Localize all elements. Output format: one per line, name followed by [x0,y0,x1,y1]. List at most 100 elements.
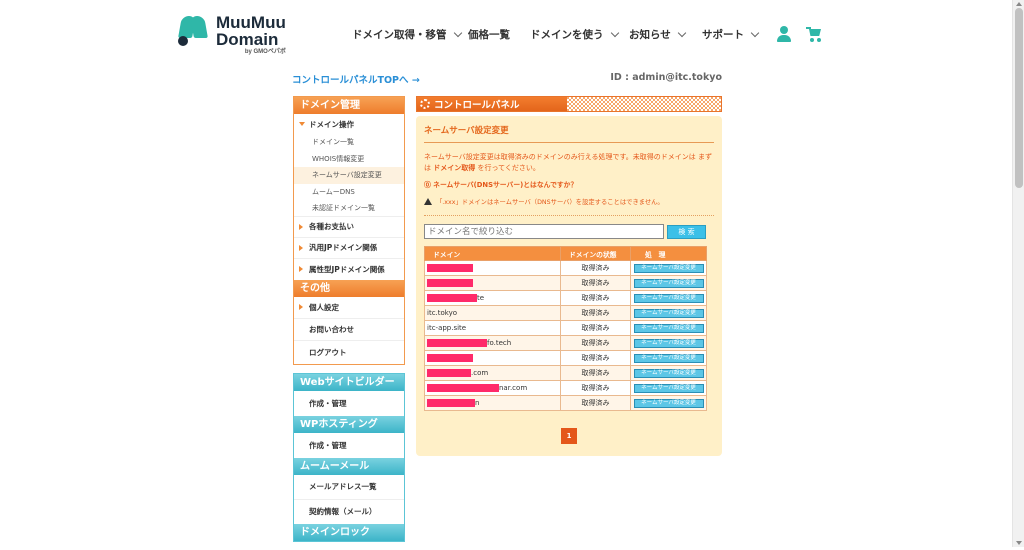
domain-cell: fo.tech [424,335,561,351]
triangle-right-icon [299,223,303,230]
brand-line2: Domain [216,30,279,49]
nameserver-change-button[interactable]: ネームサーバ設定変更 [633,294,704,303]
sidebar-item-general-jp[interactable]: 汎用JPドメイン関係 [294,238,404,259]
nameserver-change-button[interactable]: ネームサーバ設定変更 [633,309,704,318]
control-panel-top-link[interactable]: コントロールパネルTOPへ → [292,72,420,86]
sidebar-item-mail-list[interactable]: メールアドレス一覧 [294,475,404,500]
sidebar-item-logout[interactable]: ログアウト [294,341,404,364]
domain-name: n [475,399,480,407]
sidebar-item-mail-contract[interactable]: 契約情報（メール） [294,500,404,524]
sidebar-item-domain-op[interactable]: ドメイン操作 [294,114,404,134]
action-cell: ネームサーバ設定変更 [630,275,707,291]
status-cell: 取得済み [560,335,631,351]
domain-cell [424,275,561,291]
sidebar-sub-domain-list[interactable]: ドメイン一覧 [294,134,404,151]
nameserver-change-button[interactable]: ネームサーバ設定変更 [633,354,704,363]
user-icon[interactable] [776,26,792,42]
nameserver-change-button[interactable]: ネームサーバ設定変更 [633,264,704,273]
domain-filter-input[interactable] [424,224,664,239]
sidebar-item-payment[interactable]: 各種お支払い [294,217,404,238]
scroll-down-icon[interactable] [1016,541,1022,545]
status-cell: 取得済み [560,320,631,336]
nameserver-change-button[interactable]: ネームサーバ設定変更 [633,279,704,288]
pagination: 1 [424,423,714,444]
nav-use-domain[interactable]: ドメインを使う [530,27,629,42]
sidebar-item-wp-manage[interactable]: 作成・管理 [294,433,404,458]
triangle-right-icon [299,304,303,310]
triangle-down-icon [299,122,305,126]
action-cell: ネームサーバ設定変更 [630,290,707,306]
nameserver-help-link[interactable]: ⓪ ネームサーバ(DNSサーバー)とはなんですか？ [424,179,714,189]
nameserver-panel: ネームサーバ設定変更 ネームサーバ設定変更は取得済みのドメインのみ行える処理です… [416,116,722,456]
brand-logo[interactable]: MuuMuu Domain by GMOペパボ [178,14,286,56]
nav-domain-acquire[interactable]: ドメイン取得・移管 [352,27,468,42]
table-row: 取得済み ネームサーバ設定変更 [424,275,707,291]
sidebar-sub-unverified[interactable]: 未認証ドメイン一覧 [294,200,404,217]
user-id-label: ID : admin@itc.tokyo [610,72,722,83]
sidebar-sub-whois[interactable]: WHOIS情報変更 [294,151,404,168]
action-cell: ネームサーバ設定変更 [630,365,707,381]
nav-news[interactable]: お知らせ [629,27,702,42]
redacted-domain [427,279,473,287]
status-cell: 取得済み [560,275,631,291]
table-row: .com 取得済み ネームサーバ設定変更 [424,365,707,381]
sidebar-sub-muumuu-dns[interactable]: ムームーDNS [294,184,404,201]
redacted-domain [427,339,487,347]
gear-icon [420,99,430,109]
action-cell: ネームサーバ設定変更 [630,260,707,276]
domain-name: .com [471,369,489,377]
domain-cell: n [424,395,561,411]
cart-icon[interactable] [806,27,822,43]
main-content: コントロールパネル ネームサーバ設定変更 ネームサーバ設定変更は取得済みのドメイ… [416,96,722,456]
sidebar-header-mail: ムームーメール [294,457,404,475]
redacted-domain [427,384,499,392]
sidebar-sub-nameserver[interactable]: ネームサーバ設定変更 [294,167,404,184]
description: ネームサーバ設定変更は取得済みのドメインのみ行える処理です。未取得のドメインは … [424,153,713,172]
search-button[interactable]: 検 索 [667,224,706,239]
status-cell: 取得済み [560,305,631,321]
domain-acquire-link[interactable]: ドメイン取得 [433,164,475,172]
triangle-right-icon [299,244,303,251]
col-action: 処 理 [630,246,707,261]
col-domain: ドメイン [424,246,561,261]
domain-cell: te [424,290,561,306]
sidebar-item-web-builder-manage[interactable]: 作成・管理 [294,391,404,416]
page-1-button[interactable]: 1 [561,428,577,444]
domain-name: fo.tech [487,339,512,347]
sidebar-item-attribute-jp[interactable]: 属性型JPドメイン関係 [294,259,404,280]
action-cell: ネームサーバ設定変更 [630,380,707,396]
control-panel-header: コントロールパネル [416,96,722,112]
sidebar-item-contact[interactable]: お問い合わせ [294,319,404,341]
sidebar-item-personal[interactable]: 個人設定 [294,297,404,319]
sidebar-web-builder: Webサイトビルダー 作成・管理 WPホスティング 作成・管理 ムームーメール … [293,372,405,542]
action-cell: ネームサーバ設定変更 [630,395,707,411]
search-row: 検 索 [424,224,714,239]
nameserver-change-button[interactable]: ネームサーバ設定変更 [633,369,704,378]
nav-price-list[interactable]: 価格一覧 [468,27,530,42]
domain-cell: itc.tokyo [424,305,561,321]
scroll-up-icon[interactable] [1016,2,1022,6]
table-row: 取得済み ネームサーバ設定変更 [424,260,707,276]
nameserver-change-button[interactable]: ネームサーバ設定変更 [633,384,704,393]
nameserver-change-button[interactable]: ネームサーバ設定変更 [633,339,704,348]
sidebar-header-other: その他 [294,279,404,297]
table-row: te 取得済み ネームサーバ設定変更 [424,290,707,306]
table-row: n 取得済み ネームサーバ設定変更 [424,395,707,411]
nameserver-change-button[interactable]: ネームサーバ設定変更 [633,399,704,408]
page-scrollbar[interactable] [1012,0,1024,547]
table-row: itc-app.site 取得済み ネームサーバ設定変更 [424,320,707,336]
sidebar-header-wp-hosting: WPホスティング [294,415,404,433]
table-row: fo.tech 取得済み ネームサーバ設定変更 [424,335,707,351]
nav-support[interactable]: サポート [702,27,760,42]
action-cell: ネームサーバ設定変更 [630,335,707,351]
status-cell: 取得済み [560,350,631,366]
scrollbar-thumb[interactable] [1015,8,1023,188]
domain-cell: .com [424,365,561,381]
xxx-warning: 「.xxx」ドメインはネームサーバ（DNSサーバ）を設定することはできません。 [424,197,714,206]
sidebar: ドメイン管理 ドメイン操作 ドメイン一覧 WHOIS情報変更 ネームサーバ設定変… [293,96,405,550]
nameserver-change-button[interactable]: ネームサーバ設定変更 [633,324,704,333]
page-title: ネームサーバ設定変更 [424,124,714,143]
redacted-domain [427,264,473,272]
sidebar-header-domain-lock: ドメインロック [294,523,404,541]
redacted-domain [427,399,475,407]
